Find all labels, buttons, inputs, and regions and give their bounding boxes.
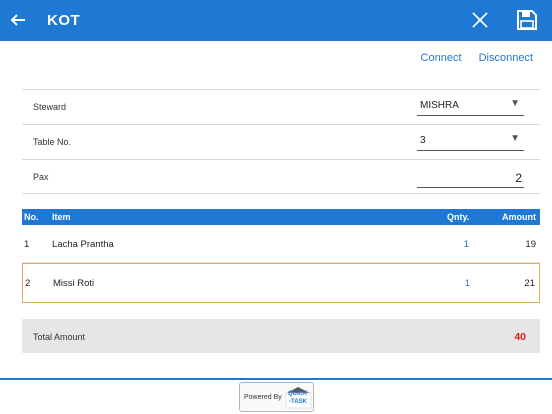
- steward-label: Steward: [33, 102, 67, 112]
- dropdown-arrow-icon: ▼: [510, 133, 520, 144]
- row-qty[interactable]: 1: [464, 278, 470, 289]
- quicktask-logo: QUICK -TASK: [285, 386, 312, 409]
- total-bar: Total Amount 40: [22, 319, 540, 353]
- total-value: 40: [514, 331, 526, 343]
- steward-row: Steward MISHRA ▼: [22, 89, 540, 124]
- app-bar: KOT: [0, 0, 552, 41]
- table-row-selected[interactable]: 2 Missi Roti 1 21: [22, 263, 540, 303]
- pax-input[interactable]: 2: [417, 166, 524, 188]
- pax-label: Pax: [33, 172, 49, 182]
- powered-by-text: Powered By: [244, 394, 282, 401]
- steward-value: MISHRA: [420, 100, 459, 111]
- row-amount: 21: [524, 278, 535, 289]
- connect-link[interactable]: Connect: [421, 52, 462, 64]
- row-no: 1: [24, 239, 30, 250]
- total-label: Total Amount: [33, 332, 86, 342]
- footer-divider: [0, 378, 552, 380]
- connection-links: Connect Disconnect: [407, 52, 533, 64]
- pax-row: Pax 2: [22, 159, 540, 194]
- items-table: No. Item Qnty. Amount 1 Lacha Prantha 1 …: [22, 209, 540, 303]
- dropdown-arrow-icon: ▼: [510, 98, 520, 109]
- steward-select[interactable]: MISHRA ▼: [417, 96, 524, 116]
- row-item: Missi Roti: [53, 278, 95, 289]
- close-icon[interactable]: [470, 10, 490, 30]
- col-qty-header: Qnty.: [447, 212, 470, 222]
- table-select[interactable]: 3 ▼: [417, 131, 524, 151]
- row-item: Lacha Prantha: [52, 239, 114, 250]
- table-value: 3: [420, 135, 426, 146]
- table-row: Table No. 3 ▼: [22, 124, 540, 159]
- col-item-header: Item: [52, 212, 71, 222]
- brand-line2: -TASK: [289, 399, 307, 405]
- table-header: No. Item Qnty. Amount: [22, 209, 540, 225]
- table-label: Table No.: [33, 137, 72, 147]
- save-icon[interactable]: [516, 9, 538, 31]
- row-amount: 19: [525, 239, 536, 250]
- brand-line1: QUICK: [288, 391, 308, 397]
- disconnect-link[interactable]: Disconnect: [479, 52, 533, 64]
- row-no: 2: [25, 278, 31, 289]
- row-qty[interactable]: 1: [463, 239, 469, 250]
- col-no-header: No.: [24, 212, 39, 222]
- back-arrow-icon[interactable]: [9, 8, 29, 32]
- kot-form: Steward MISHRA ▼ Table No. 3 ▼ Pax 2: [22, 89, 540, 194]
- page-title: KOT: [47, 12, 81, 29]
- powered-by-badge: Powered By QUICK -TASK: [239, 382, 314, 412]
- col-amount-header: Amount: [502, 212, 536, 222]
- table-row[interactable]: 1 Lacha Prantha 1 19: [22, 225, 540, 263]
